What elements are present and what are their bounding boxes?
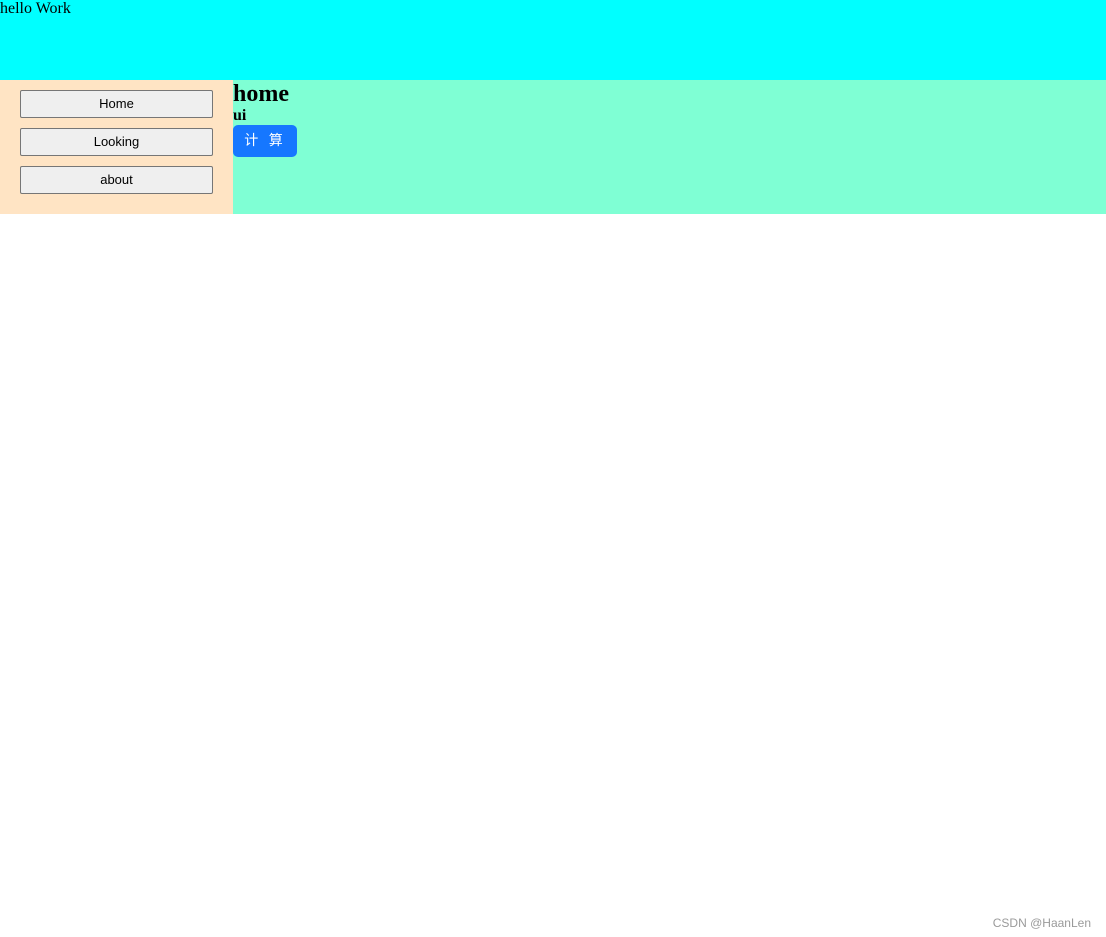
main-content: home ui 计 算 [233, 80, 1106, 214]
calculate-button[interactable]: 计 算 [233, 125, 297, 157]
sidebar-item-looking[interactable]: Looking [20, 128, 213, 156]
header-bar: hello Work [0, 0, 1106, 80]
sidebar-item-about[interactable]: about [20, 166, 213, 194]
header-text: hello Work [0, 0, 71, 17]
sidebar: Home Looking about [0, 80, 233, 214]
sidebar-item-home[interactable]: Home [20, 90, 213, 118]
watermark: CSDN @HaanLen [992, 916, 1091, 930]
page-title: home [233, 81, 289, 107]
page-subtitle: ui [233, 107, 247, 124]
